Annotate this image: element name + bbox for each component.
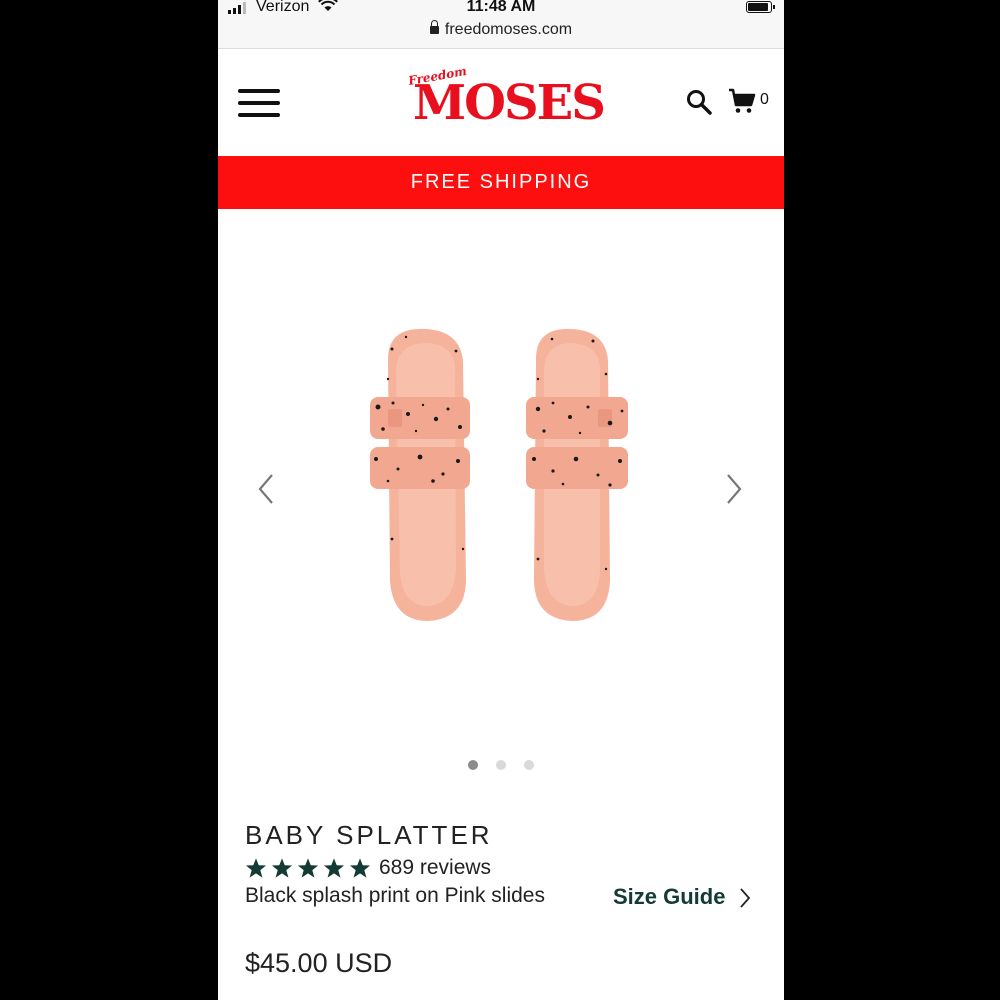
product-description: Black splash print on Pink slides <box>245 884 545 907</box>
star-icon <box>297 858 319 878</box>
lock-icon <box>429 20 439 34</box>
hamburger-menu-icon[interactable] <box>238 89 280 117</box>
logo[interactable]: Freedom MOSES <box>407 64 608 139</box>
shipping-banner: FREE SHIPPING <box>218 156 784 209</box>
product-title: BABY SPLATTER <box>245 820 493 850</box>
battery-icon <box>746 1 775 13</box>
product-carousel <box>218 209 784 789</box>
star-icon <box>245 858 267 878</box>
product-image[interactable] <box>348 319 648 659</box>
carousel-dot[interactable] <box>468 760 478 770</box>
cart-count: 0 <box>760 91 769 108</box>
chevron-right-icon[interactable] <box>722 471 746 507</box>
star-icon <box>323 858 345 878</box>
clock: 11:48 AM <box>466 0 536 15</box>
screenshot-frame: Verizon 11:48 AM freedomoses.com Freedom… <box>0 0 1000 1000</box>
chevron-right-icon[interactable] <box>738 886 752 910</box>
chevron-left-icon[interactable] <box>254 471 278 507</box>
status-bar: Verizon 11:48 AM <box>218 0 784 18</box>
logo-wordmark: MOSES <box>413 75 606 131</box>
star-icon <box>349 858 371 878</box>
reviews-link[interactable]: 689 reviews <box>379 856 491 880</box>
cart-icon[interactable] <box>728 87 756 115</box>
rating-row: 689 reviews <box>245 854 491 882</box>
size-guide-link[interactable]: Size Guide <box>613 884 725 910</box>
phone-screen: Verizon 11:48 AM freedomoses.com Freedom… <box>218 0 784 1000</box>
carousel-dot[interactable] <box>496 760 506 770</box>
search-icon[interactable] <box>686 89 712 115</box>
star-icon <box>271 858 293 878</box>
site-header: Freedom MOSES 0 <box>218 49 784 155</box>
product-price: $45.00 USD <box>245 948 393 978</box>
address-bar[interactable]: freedomoses.com <box>218 18 784 49</box>
url-text: freedomoses.com <box>444 21 573 38</box>
carousel-dot[interactable] <box>524 760 534 770</box>
carousel-dots <box>218 757 784 775</box>
